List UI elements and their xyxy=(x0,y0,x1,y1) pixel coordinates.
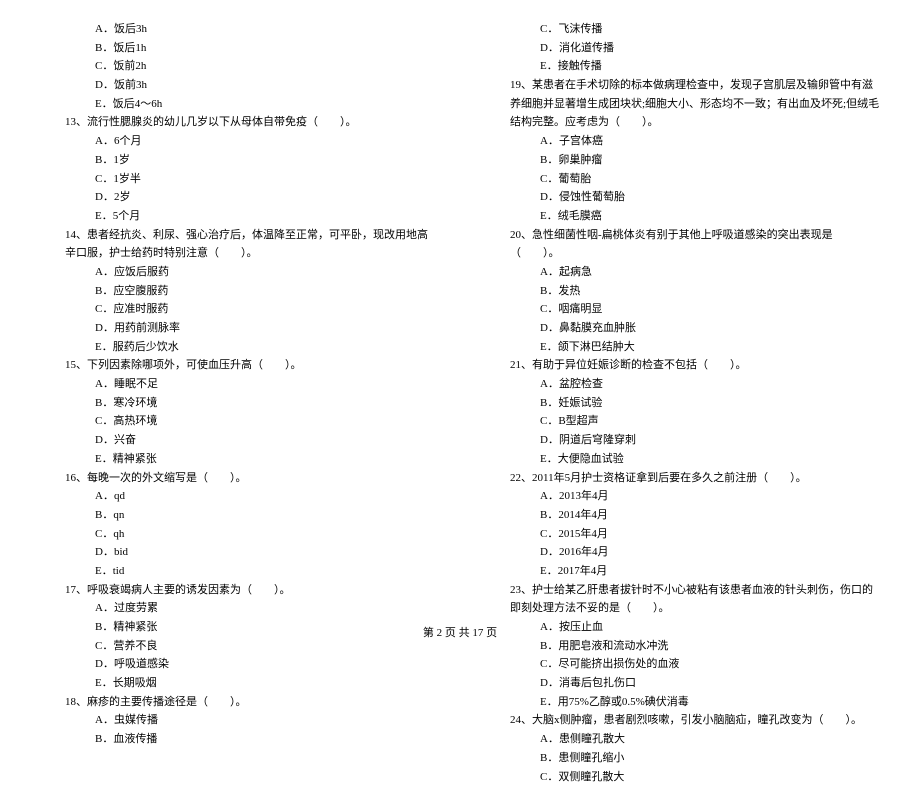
question-text: 24、大脑x侧肿瘤，患者剧烈咳嗽，引发小脑脑疝，瞳孔改变为（ ）。 xyxy=(485,711,880,730)
answer-option: A．睡眠不足 xyxy=(40,375,435,394)
answer-option: C．饭前2h xyxy=(40,57,435,76)
answer-option: C．咽痛明显 xyxy=(485,300,880,319)
question-text: 21、有助于异位妊娠诊断的检查不包括（ ）。 xyxy=(485,356,880,375)
answer-option: C．飞沫传播 xyxy=(485,20,880,39)
answer-option: E．tid xyxy=(40,562,435,581)
answer-option: E．颌下淋巴结肿大 xyxy=(485,338,880,357)
question-text: 15、下列因素除哪项外，可使血压升高（ ）。 xyxy=(40,356,435,375)
answer-option: C．应准时服药 xyxy=(40,300,435,319)
question-text: 20、急性细菌性咽-扁桃体炎有别于其他上呼吸道感染的突出表现是（ ）。 xyxy=(485,226,880,263)
question-text: 22、2011年5月护士资格证拿到后要在多久之前注册（ ）。 xyxy=(485,469,880,488)
answer-option: B．妊娠试验 xyxy=(485,394,880,413)
answer-option: E．大便隐血试验 xyxy=(485,450,880,469)
answer-option: B．寒冷环境 xyxy=(40,394,435,413)
answer-option: E．接触传播 xyxy=(485,57,880,76)
answer-option: A．患侧瞳孔散大 xyxy=(485,730,880,749)
page-footer: 第 2 页 共 17 页 xyxy=(0,624,920,640)
answer-option: C．B型超声 xyxy=(485,412,880,431)
answer-option: C．2015年4月 xyxy=(485,525,880,544)
answer-option: D．用药前测脉率 xyxy=(40,319,435,338)
answer-option: E．长期吸烟 xyxy=(40,674,435,693)
answer-option: A．应饭后服药 xyxy=(40,263,435,282)
question-text: 23、护士给某乙肝患者拔针时不小心被粘有该患者血液的针头刺伤，伤口的即刻处理方法… xyxy=(485,581,880,618)
answer-option: B．血液传播 xyxy=(40,730,435,749)
answer-option: E．2017年4月 xyxy=(485,562,880,581)
answer-option: E．5个月 xyxy=(40,207,435,226)
answer-option: D．呼吸道感染 xyxy=(40,655,435,674)
answer-option: E．服药后少饮水 xyxy=(40,338,435,357)
question-text: 17、呼吸衰竭病人主要的诱发因素为（ ）。 xyxy=(40,581,435,600)
answer-option: A．饭后3h xyxy=(40,20,435,39)
answer-option: A．6个月 xyxy=(40,132,435,151)
answer-option: D．bid xyxy=(40,543,435,562)
answer-option: A．过度劳累 xyxy=(40,599,435,618)
right-column: C．飞沫传播D．消化道传播E．接触传播19、某患者在手术切除的标本做病理检查中，… xyxy=(485,20,880,786)
answer-option: E．精神紧张 xyxy=(40,450,435,469)
answer-option: B．应空腹服药 xyxy=(40,282,435,301)
content-columns: A．饭后3hB．饭后1hC．饭前2hD．饭前3hE．饭后4～6h13、流行性腮腺… xyxy=(40,20,880,786)
answer-option: D．兴奋 xyxy=(40,431,435,450)
answer-option: C．葡萄胎 xyxy=(485,170,880,189)
answer-option: A．虫媒传播 xyxy=(40,711,435,730)
answer-option: E．用75%乙醇或0.5%碘伏消毒 xyxy=(485,693,880,712)
answer-option: B．饭后1h xyxy=(40,39,435,58)
answer-option: B．1岁 xyxy=(40,151,435,170)
left-column: A．饭后3hB．饭后1hC．饭前2hD．饭前3hE．饭后4～6h13、流行性腮腺… xyxy=(40,20,435,786)
answer-option: A．子宫体癌 xyxy=(485,132,880,151)
answer-option: D．阴道后穹隆穿刺 xyxy=(485,431,880,450)
answer-option: E．绒毛膜癌 xyxy=(485,207,880,226)
answer-option: D．2016年4月 xyxy=(485,543,880,562)
answer-option: B．卵巢肿瘤 xyxy=(485,151,880,170)
answer-option: D．2岁 xyxy=(40,188,435,207)
answer-option: A．2013年4月 xyxy=(485,487,880,506)
answer-option: C．1岁半 xyxy=(40,170,435,189)
answer-option: A．起病急 xyxy=(485,263,880,282)
answer-option: D．消化道传播 xyxy=(485,39,880,58)
answer-option: C．双侧瞳孔散大 xyxy=(485,768,880,786)
answer-option: C．尽可能挤出损伤处的血液 xyxy=(485,655,880,674)
answer-option: E．饭后4～6h xyxy=(40,95,435,114)
question-text: 18、麻疹的主要传播途径是（ ）。 xyxy=(40,693,435,712)
answer-option: B．2014年4月 xyxy=(485,506,880,525)
question-text: 13、流行性腮腺炎的幼儿几岁以下从母体自带免疫（ ）。 xyxy=(40,113,435,132)
answer-option: D．消毒后包扎伤口 xyxy=(485,674,880,693)
answer-option: D．侵蚀性葡萄胎 xyxy=(485,188,880,207)
question-text: 16、每晚一次的外文缩写是（ ）。 xyxy=(40,469,435,488)
answer-option: D．饭前3h xyxy=(40,76,435,95)
answer-option: D．鼻黏膜充血肿胀 xyxy=(485,319,880,338)
answer-option: B．发热 xyxy=(485,282,880,301)
answer-option: C．qh xyxy=(40,525,435,544)
question-text: 14、患者经抗炎、利尿、强心治疗后，体温降至正常，可平卧，现改用地高辛口服，护士… xyxy=(40,226,435,263)
answer-option: C．高热环境 xyxy=(40,412,435,431)
answer-option: A．盆腔检查 xyxy=(485,375,880,394)
answer-option: B．患侧瞳孔缩小 xyxy=(485,749,880,768)
answer-option: A．qd xyxy=(40,487,435,506)
answer-option: B．qn xyxy=(40,506,435,525)
question-text: 19、某患者在手术切除的标本做病理检查中，发现子宫肌层及输卵管中有滋养细胞并显著… xyxy=(485,76,880,132)
